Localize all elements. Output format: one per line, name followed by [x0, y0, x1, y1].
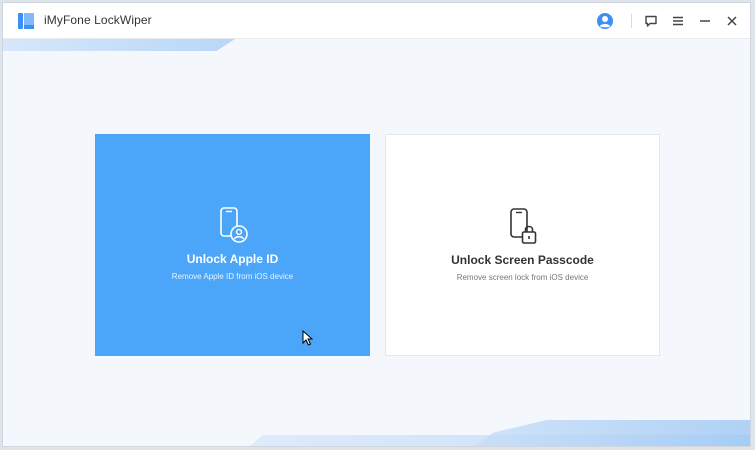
- minimize-button[interactable]: [695, 11, 715, 31]
- title-bar: iMyFone LockWiper: [3, 3, 750, 39]
- unlock-screen-passcode-title: Unlock Screen Passcode: [451, 253, 594, 267]
- lockwiper-logo-icon: [18, 13, 34, 29]
- phone-user-icon: [219, 207, 248, 243]
- titlebar-divider: [631, 14, 632, 28]
- feedback-button[interactable]: [641, 11, 661, 31]
- app-window: iMyFone LockWiper Unlock Apple ID Remove…: [2, 2, 751, 447]
- unlock-apple-id-card[interactable]: Unlock Apple ID Remove Apple ID from iOS…: [95, 134, 370, 356]
- menu-icon: [673, 16, 683, 26]
- unlock-screen-passcode-card[interactable]: Unlock Screen Passcode Remove screen loc…: [385, 134, 660, 356]
- unlock-apple-id-title: Unlock Apple ID: [186, 252, 279, 266]
- close-icon: [727, 16, 737, 26]
- unlock-screen-passcode-subtitle: Remove screen lock from iOS device: [456, 273, 589, 282]
- close-button[interactable]: [722, 11, 742, 31]
- menu-button[interactable]: [668, 11, 688, 31]
- user-account-button[interactable]: [595, 11, 615, 31]
- minimize-icon: [700, 20, 710, 22]
- app-title: iMyFone LockWiper: [44, 13, 152, 27]
- mouse-cursor-icon: [302, 330, 313, 346]
- feedback-icon: [645, 15, 657, 27]
- unlock-apple-id-subtitle: Remove Apple ID from iOS device: [171, 272, 294, 281]
- user-account-icon: [597, 13, 613, 29]
- phone-lock-icon: [509, 208, 536, 244]
- decorative-stripe-bottom-accent: [471, 420, 750, 446]
- decorative-stripe-top: [3, 39, 235, 51]
